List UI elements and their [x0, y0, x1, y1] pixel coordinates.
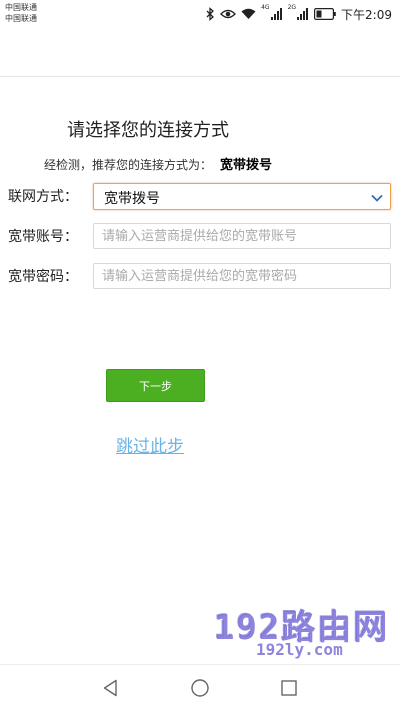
watermark-url: 192ly.com: [256, 640, 343, 659]
signal-icon: [297, 8, 309, 20]
eye-icon: [220, 8, 237, 20]
network-type-1: 4G: [261, 4, 270, 11]
account-label: 宽带账号：: [8, 229, 78, 245]
home-icon[interactable]: [189, 677, 211, 699]
password-input[interactable]: [93, 263, 391, 289]
account-input[interactable]: [93, 223, 391, 249]
status-bar: 中国联通 中国联通 4G 2G 下午2:09: [0, 0, 400, 28]
battery-icon: [314, 8, 336, 20]
recommended-method: 宽带拨号: [220, 158, 273, 173]
password-label: 宽带密码：: [8, 269, 78, 285]
network-type-2: 2G: [287, 4, 297, 11]
carrier-name-1: 中国联通: [5, 3, 37, 12]
connection-method-select[interactable]: 宽带拨号: [93, 183, 391, 210]
clock: 下午2:09: [341, 7, 392, 22]
recents-icon[interactable]: [278, 677, 300, 699]
status-icons: 4G 2G 下午2:09: [205, 5, 392, 23]
connection-method-label: 联网方式：: [8, 189, 78, 205]
wifi-icon: [241, 8, 256, 20]
back-icon[interactable]: [100, 677, 122, 699]
page-title: 请选择您的连接方式: [67, 120, 229, 141]
recommendation-prefix: 经检测，推荐您的连接方式为：: [44, 158, 213, 172]
recommendation-text: 经检测，推荐您的连接方式为： 宽带拨号: [44, 154, 272, 173]
connection-method-value: 宽带拨号: [104, 191, 160, 207]
navigation-bar: [0, 664, 400, 711]
header-divider: [0, 76, 400, 77]
skip-step-link[interactable]: 跳过此步: [116, 432, 184, 457]
chevron-down-icon: [370, 190, 384, 209]
next-step-button[interactable]: 下一步: [106, 369, 205, 402]
carrier-name-2: 中国联通: [5, 14, 37, 23]
bluetooth-icon: [205, 7, 215, 21]
signal-icon: [270, 8, 283, 20]
